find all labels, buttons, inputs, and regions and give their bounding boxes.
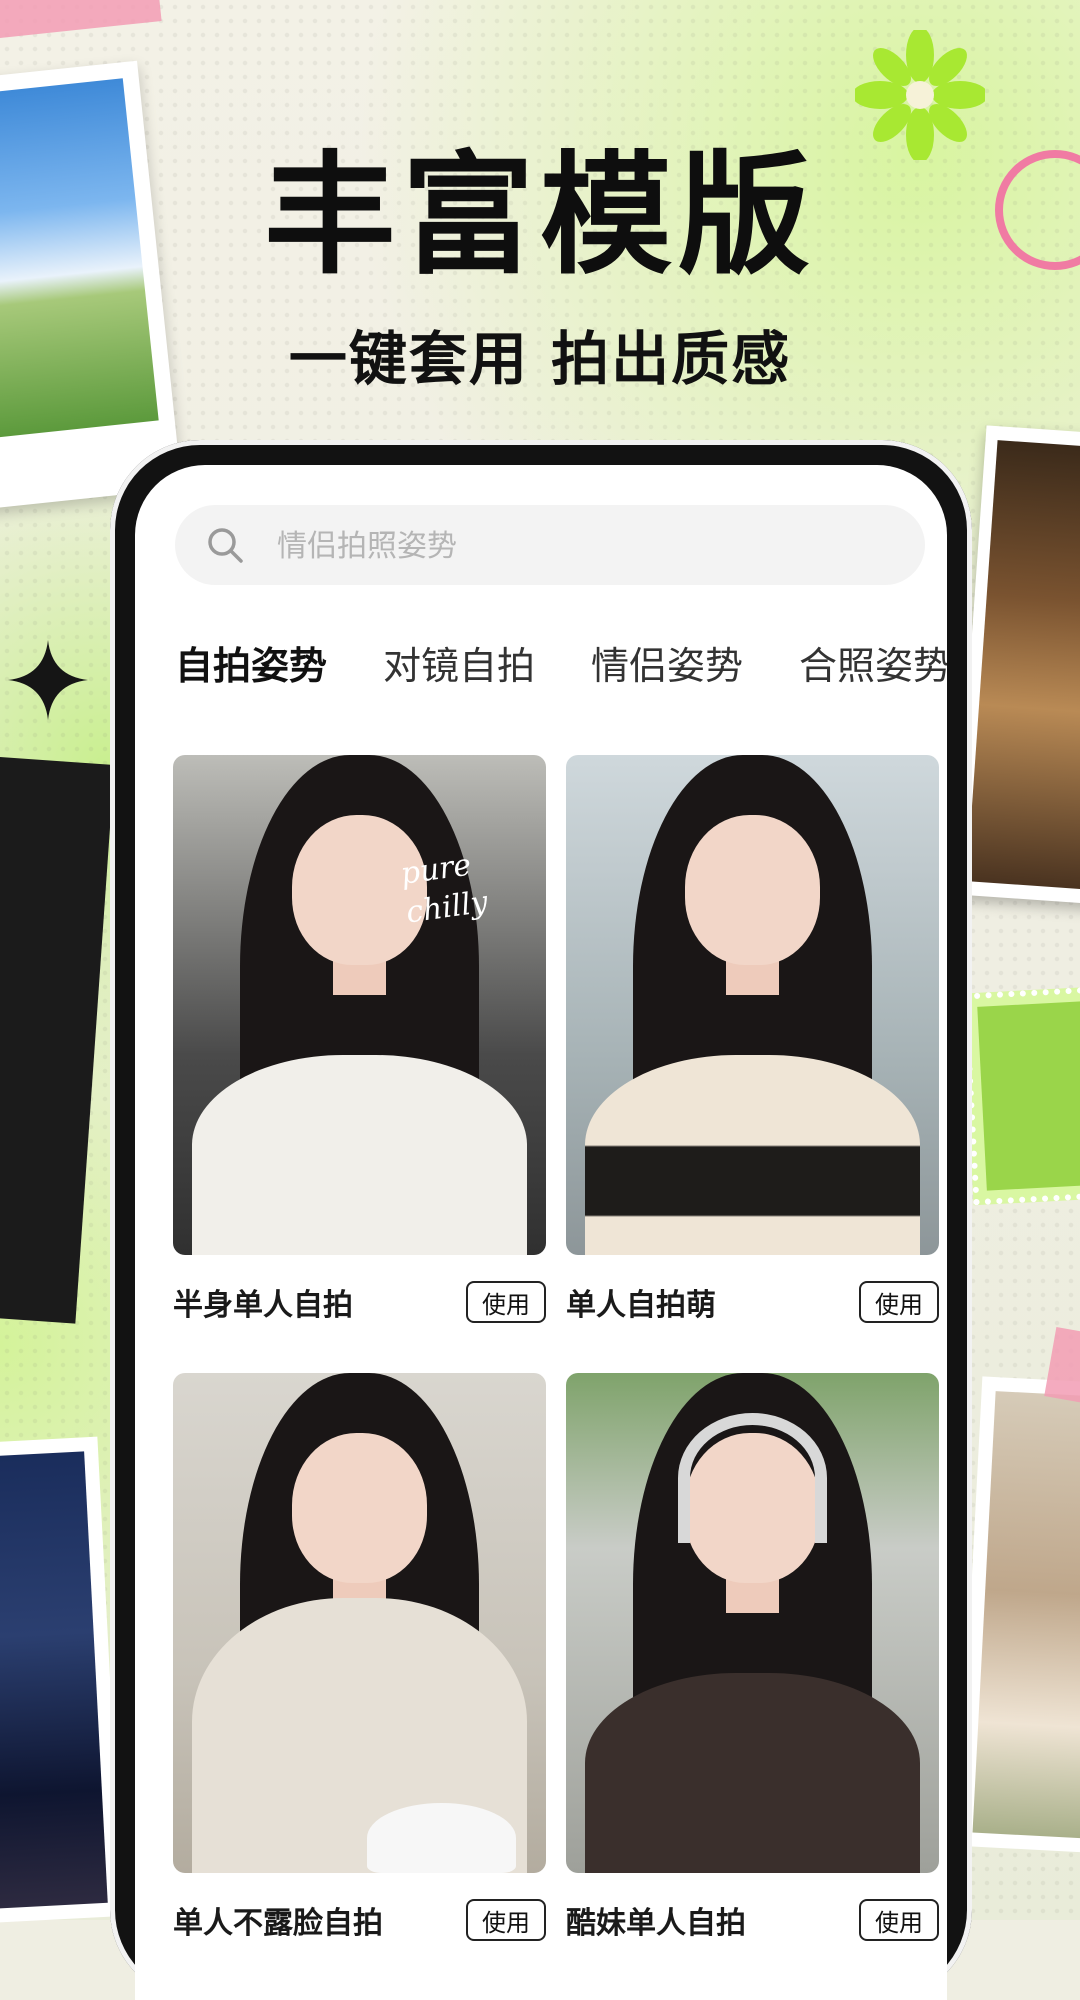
search-input[interactable] [275, 515, 879, 577]
search-bar[interactable] [175, 505, 925, 585]
template-thumbnail[interactable]: pure chilly [173, 755, 546, 1255]
template-thumbnail[interactable] [566, 1373, 939, 1873]
stamp-decoration [962, 986, 1080, 1206]
headphones-icon [677, 1413, 828, 1543]
app-screen: 自拍姿势 对镜自拍 情侣姿势 合照姿势 pure chilly 半身单人自拍 使… [135, 465, 947, 2000]
tab-couple-pose[interactable]: 情侣姿势 [591, 635, 743, 695]
use-template-button[interactable]: 使用 [466, 1899, 546, 1941]
page-title: 丰富模版 [264, 139, 816, 293]
template-title: 酷妹单人自拍 [566, 1906, 746, 1941]
template-card[interactable]: 酷妹单人自拍 使用 [566, 1373, 939, 1969]
use-template-button[interactable]: 使用 [859, 1899, 939, 1941]
category-tabs: 自拍姿势 对镜自拍 情侣姿势 合照姿势 [175, 635, 947, 695]
tab-mirror-selfie[interactable]: 对镜自拍 [383, 635, 535, 695]
template-card[interactable]: pure chilly 半身单人自拍 使用 [173, 755, 546, 1351]
template-title: 半身单人自拍 [173, 1288, 353, 1323]
page-subtitle: 一键套用 拍出质感 [288, 325, 792, 393]
search-icon [208, 528, 243, 563]
template-card[interactable]: 单人自拍萌 使用 [566, 755, 939, 1351]
template-title: 单人自拍萌 [566, 1288, 716, 1323]
use-template-button[interactable]: 使用 [859, 1281, 939, 1323]
use-template-button[interactable]: 使用 [466, 1281, 546, 1323]
template-thumbnail[interactable] [173, 1373, 546, 1873]
template-title: 单人不露脸自拍 [173, 1906, 383, 1941]
template-grid: pure chilly 半身单人自拍 使用 单人自拍萌 使用 单人不露脸自拍 使… [173, 755, 943, 1969]
template-thumbnail[interactable] [566, 755, 939, 1255]
phone-mockup: 自拍姿势 对镜自拍 情侣姿势 合照姿势 pure chilly 半身单人自拍 使… [110, 440, 972, 2000]
tab-selfie-pose[interactable]: 自拍姿势 [175, 635, 327, 695]
sparkle-star-icon [8, 640, 88, 720]
flower-icon [855, 30, 985, 160]
tab-group-pose[interactable]: 合照姿势 [799, 635, 947, 695]
template-card[interactable]: 单人不露脸自拍 使用 [173, 1373, 546, 1969]
